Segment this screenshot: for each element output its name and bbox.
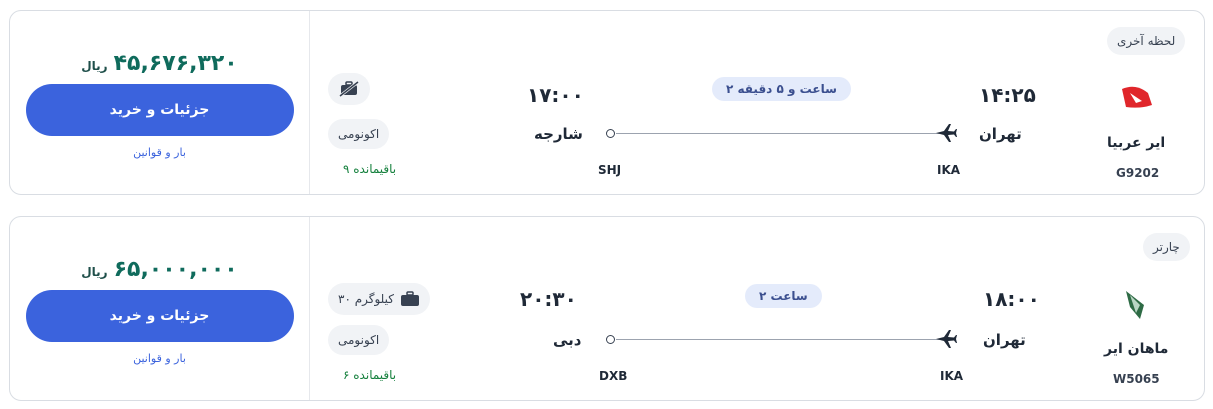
baggage-allowance: ۳۰ کیلوگرم: [338, 292, 394, 306]
airline-name: ایر عربیا: [1107, 135, 1166, 151]
flight-duration-badge: ۲ ساعت و ۵ دقیقه: [712, 77, 851, 101]
arrival-city: دبی: [553, 331, 582, 349]
arrival-time: ۱۷:۰۰: [527, 83, 584, 107]
cabin-class-badge: اکونومی: [328, 119, 390, 149]
price-currency: ریال: [81, 265, 108, 279]
suitcase-icon: [401, 291, 419, 306]
departure-time: ۱۴:۲۵: [979, 83, 1036, 107]
departure-airport-code: IKA: [937, 163, 961, 177]
airplane-icon: [936, 124, 957, 142]
arrival-time: ۲۰:۳۰: [520, 287, 577, 311]
seats-remaining: ۶ باقیمانده: [343, 368, 397, 382]
card-divider: [309, 217, 310, 400]
price-currency: ریال: [81, 59, 108, 73]
departure-city: تهران: [979, 125, 1022, 143]
arrival-point-icon: [606, 335, 615, 344]
flight-card: ریال ۴۵,۶۷۶,۳۲۰ جزئیات و خرید بار و قوان…: [9, 10, 1205, 195]
flight-number: G9202: [1116, 166, 1160, 180]
arrival-point-icon: [606, 129, 615, 138]
flight-duration-badge: ۲ ساعت: [745, 284, 822, 308]
price-amount: ۴۵,۶۷۶,۳۲۰: [113, 51, 238, 76]
route-line: [616, 339, 941, 340]
baggage-badge: [328, 73, 370, 105]
fare-tag: لحظه آخری: [1107, 27, 1186, 55]
departure-city: تهران: [983, 331, 1026, 349]
air-arabia-logo: [1122, 86, 1152, 108]
cabin-class-badge: اکونومی: [328, 325, 390, 355]
flight-card: ریال ۶۵,۰۰۰,۰۰۰ جزئیات و خرید بار و قوان…: [9, 216, 1205, 401]
flight-number: W5065: [1113, 372, 1160, 386]
price-line: ریال ۶۵,۰۰۰,۰۰۰: [10, 257, 309, 282]
baggage-rules-link[interactable]: بار و قوانین: [10, 352, 309, 365]
price-line: ریال ۴۵,۶۷۶,۳۲۰: [10, 51, 309, 76]
airline-name: ماهان ایر: [1104, 341, 1169, 357]
departure-time: ۱۸:۰۰: [983, 287, 1040, 311]
details-and-buy-button[interactable]: جزئیات و خرید: [25, 84, 294, 136]
price-amount: ۶۵,۰۰۰,۰۰۰: [113, 257, 238, 282]
no-baggage-icon: [339, 80, 359, 98]
card-divider: [309, 11, 310, 194]
baggage-badge: ۳۰ کیلوگرم: [328, 283, 430, 315]
details-and-buy-button[interactable]: جزئیات و خرید: [25, 290, 294, 342]
arrival-airport-code: SHJ: [598, 163, 622, 177]
arrival-city: شارجه: [534, 125, 583, 143]
baggage-rules-link[interactable]: بار و قوانین: [10, 146, 309, 159]
price-panel: ریال ۶۵,۰۰۰,۰۰۰ جزئیات و خرید بار و قوان…: [10, 257, 309, 365]
price-panel: ریال ۴۵,۶۷۶,۳۲۰ جزئیات و خرید بار و قوان…: [10, 51, 309, 159]
seats-remaining: ۹ باقیمانده: [343, 162, 397, 176]
arrival-airport-code: DXB: [599, 369, 628, 383]
departure-airport-code: IKA: [940, 369, 964, 383]
route-line: [616, 133, 941, 134]
mahan-air-logo: [1126, 291, 1144, 319]
airplane-icon: [936, 330, 957, 348]
fare-tag: چارتر: [1143, 233, 1190, 261]
